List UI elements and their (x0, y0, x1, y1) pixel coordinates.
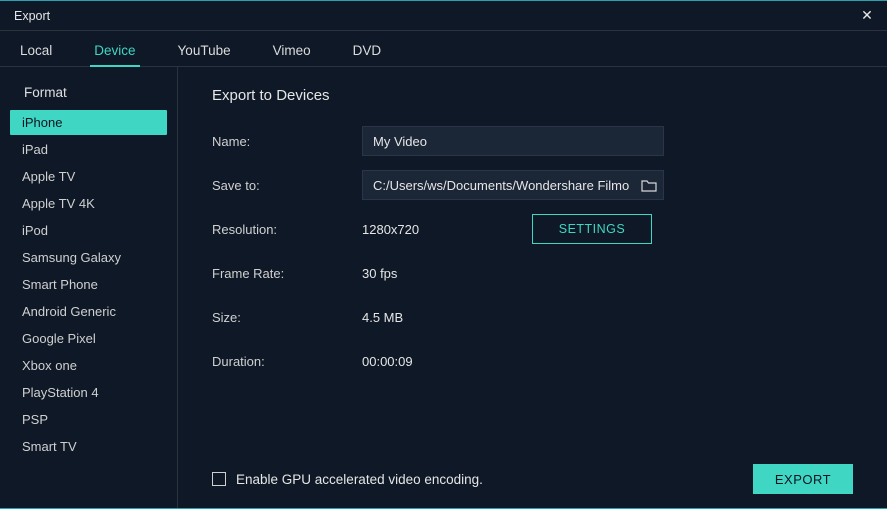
format-item-ipad[interactable]: iPad (10, 137, 167, 162)
tab-vimeo[interactable]: Vimeo (269, 43, 315, 67)
tab-dvd[interactable]: DVD (349, 43, 386, 67)
name-row: Name: (212, 126, 853, 156)
format-item-ipod[interactable]: iPod (10, 218, 167, 243)
folder-icon[interactable] (641, 178, 657, 192)
size-row: Size: 4.5 MB (212, 302, 853, 332)
size-value: 4.5 MB (362, 310, 532, 325)
save-to-value: C:/Users/ws/Documents/Wondershare Filmo (373, 178, 635, 193)
name-label: Name: (212, 134, 362, 149)
duration-label: Duration: (212, 354, 362, 369)
format-item-apple-tv-4k[interactable]: Apple TV 4K (10, 191, 167, 216)
export-window: Export ✕ Local Device YouTube Vimeo DVD … (0, 0, 887, 509)
format-item-xbox-one[interactable]: Xbox one (10, 353, 167, 378)
size-label: Size: (212, 310, 362, 325)
gpu-checkbox-label: Enable GPU accelerated video encoding. (236, 472, 483, 487)
format-item-smart-tv[interactable]: Smart TV (10, 434, 167, 459)
footer: Enable GPU accelerated video encoding. E… (212, 448, 853, 494)
resolution-value: 1280x720 (362, 222, 532, 237)
resolution-row: Resolution: 1280x720 SETTINGS (212, 214, 853, 244)
panel-title: Export to Devices (212, 87, 853, 104)
main-panel: Export to Devices Name: Save to: C:/User… (178, 67, 887, 508)
format-list: iPhone iPad Apple TV Apple TV 4K iPod Sa… (10, 110, 167, 459)
name-input[interactable] (362, 126, 664, 156)
save-to-row: Save to: C:/Users/ws/Documents/Wondersha… (212, 170, 853, 200)
format-heading: Format (24, 85, 167, 100)
format-item-google-pixel[interactable]: Google Pixel (10, 326, 167, 351)
close-button[interactable]: ✕ (857, 6, 877, 26)
format-item-apple-tv[interactable]: Apple TV (10, 164, 167, 189)
gpu-checkbox[interactable]: Enable GPU accelerated video encoding. (212, 472, 483, 487)
format-item-playstation-4[interactable]: PlayStation 4 (10, 380, 167, 405)
format-item-smart-phone[interactable]: Smart Phone (10, 272, 167, 297)
format-item-android-generic[interactable]: Android Generic (10, 299, 167, 324)
export-tabs: Local Device YouTube Vimeo DVD (0, 31, 887, 67)
content-area: Format iPhone iPad Apple TV Apple TV 4K … (0, 67, 887, 508)
format-sidebar: Format iPhone iPad Apple TV Apple TV 4K … (0, 67, 178, 508)
frame-rate-label: Frame Rate: (212, 266, 362, 281)
save-to-label: Save to: (212, 178, 362, 193)
tab-local[interactable]: Local (16, 43, 56, 67)
close-icon: ✕ (861, 7, 873, 24)
format-item-iphone[interactable]: iPhone (10, 110, 167, 135)
save-to-field[interactable]: C:/Users/ws/Documents/Wondershare Filmo (362, 170, 664, 200)
tab-youtube[interactable]: YouTube (174, 43, 235, 67)
export-button[interactable]: EXPORT (753, 464, 853, 494)
resolution-label: Resolution: (212, 222, 362, 237)
checkbox-icon (212, 472, 226, 486)
format-item-psp[interactable]: PSP (10, 407, 167, 432)
format-item-samsung-galaxy[interactable]: Samsung Galaxy (10, 245, 167, 270)
frame-rate-row: Frame Rate: 30 fps (212, 258, 853, 288)
title-bar: Export ✕ (0, 1, 887, 31)
duration-value: 00:00:09 (362, 354, 532, 369)
duration-row: Duration: 00:00:09 (212, 346, 853, 376)
frame-rate-value: 30 fps (362, 266, 532, 281)
settings-button[interactable]: SETTINGS (532, 214, 652, 244)
tab-device[interactable]: Device (90, 43, 139, 67)
window-title: Export (14, 9, 50, 23)
